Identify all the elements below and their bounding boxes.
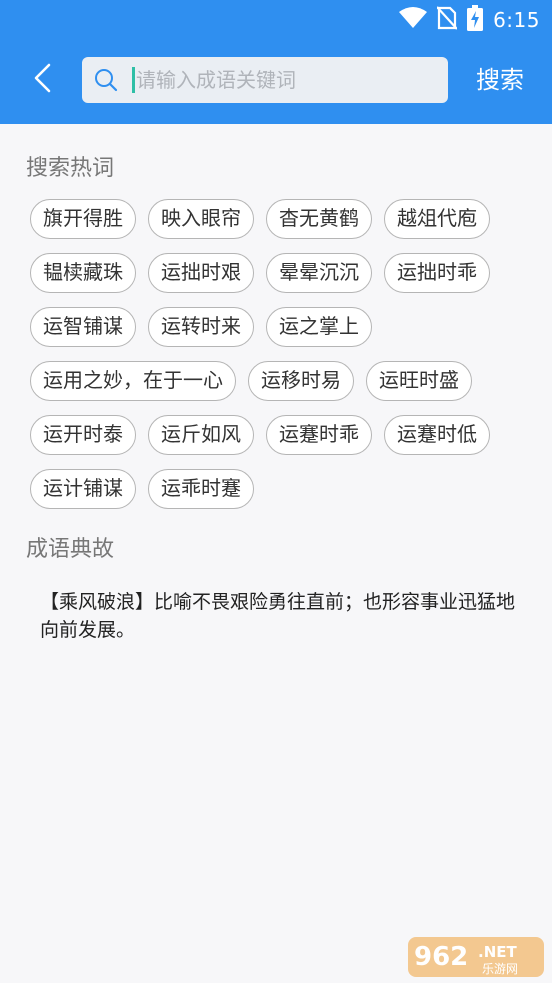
status-time: 6:15 — [493, 8, 540, 32]
hot-word-chip[interactable]: 运蹇时乖 — [266, 415, 372, 455]
hot-word-chip[interactable]: 运乖时蹇 — [148, 469, 254, 509]
search-box[interactable] — [82, 57, 448, 103]
hot-word-chip[interactable]: 越俎代庖 — [384, 199, 490, 239]
search-icon — [94, 68, 118, 92]
hot-word-chip[interactable]: 运拙时乖 — [384, 253, 490, 293]
hot-word-chip[interactable]: 韫椟藏珠 — [30, 253, 136, 293]
text-cursor — [132, 67, 135, 93]
hot-words-list: 旗开得胜 映入眼帘 杳无黄鹤 越俎代庖韫椟藏珠 运拙时艰 晕晕沉沉 运拙时乖运智铺谋 运转时来… — [30, 199, 530, 509]
search-input[interactable] — [136, 57, 436, 103]
hot-word-chip[interactable]: 运转时来 — [148, 307, 254, 347]
hot-word-chip[interactable]: 杳无黄鹤 — [266, 199, 372, 239]
allusion-text: 【乘风破浪】比喻不畏艰险勇往直前；也形容事业迅猛地向前发展。 — [40, 591, 516, 641]
hot-word-chip[interactable]: 运计铺谋 — [30, 469, 136, 509]
search-button[interactable]: 搜索 — [470, 62, 530, 98]
status-bar: 6:15 — [0, 0, 552, 40]
hot-word-chip[interactable]: 运移时易 — [248, 361, 354, 401]
svg-text:.NET: .NET — [478, 943, 517, 961]
wifi-icon — [399, 7, 428, 33]
battery-charging-icon — [467, 5, 484, 35]
hot-word-chip[interactable]: 旗开得胜 — [30, 199, 136, 239]
allusion-title: 成语典故 — [26, 537, 115, 562]
back-button[interactable] — [24, 62, 60, 98]
hot-word-chip[interactable]: 运旺时盛 — [366, 361, 472, 401]
hot-word-chip[interactable]: 运智铺谋 — [30, 307, 136, 347]
hot-word-chip[interactable]: 运拙时艰 — [148, 253, 254, 293]
svg-text:乐游网: 乐游网 — [482, 962, 518, 976]
svg-text:962: 962 — [414, 942, 468, 972]
hot-word-chip[interactable]: 映入眼帘 — [148, 199, 254, 239]
no-sim-icon — [436, 6, 458, 34]
hot-word-chip[interactable]: 运用之妙，在于一心 — [30, 361, 236, 401]
hot-words-title: 搜索热词 — [26, 156, 115, 181]
hot-word-chip[interactable]: 晕晕沉沉 — [266, 253, 372, 293]
hot-word-chip[interactable]: 运之掌上 — [266, 307, 372, 347]
hot-word-chip[interactable]: 运开时泰 — [30, 415, 136, 455]
hot-word-chip[interactable]: 运斤如风 — [148, 415, 254, 455]
hot-word-chip[interactable]: 运蹇时低 — [384, 415, 490, 455]
site-watermark-logo: 962 .NET 乐游网 — [408, 935, 544, 979]
chevron-left-icon — [33, 63, 51, 97]
